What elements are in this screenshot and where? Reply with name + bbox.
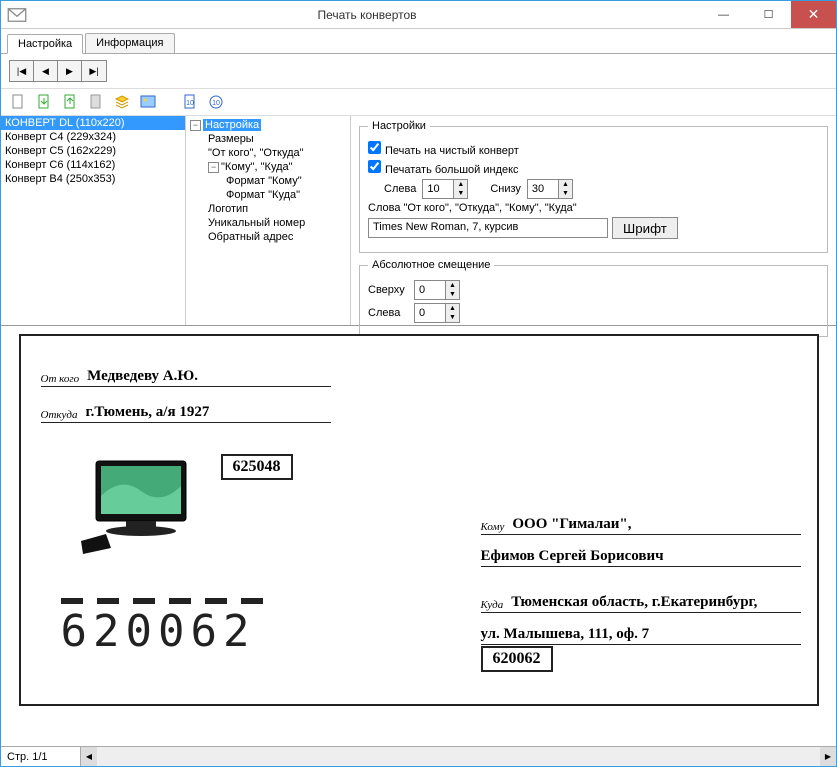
label-left: Слева xyxy=(384,183,416,195)
list-item[interactable]: КОНВЕРТ DL (110х220) xyxy=(1,116,185,130)
label-bottom: Снизу xyxy=(490,183,521,195)
font-display: Times New Roman, 7, курсив xyxy=(368,218,608,238)
doc-icon[interactable] xyxy=(87,93,105,111)
settings-legend: Настройки xyxy=(368,120,430,132)
statusbar: Стр. 1/1 ◀ ▶ xyxy=(1,746,836,766)
svg-text:10: 10 xyxy=(212,100,220,107)
index-dashes xyxy=(61,598,263,604)
label-top: Сверху xyxy=(368,284,408,296)
tab-info[interactable]: Информация xyxy=(85,33,174,53)
tab-settings[interactable]: Настройка xyxy=(7,34,83,54)
tree-format-where[interactable]: Формат "Куда" xyxy=(190,188,346,202)
nav-buttons: |◀ ◀ ▶ ▶| xyxy=(9,60,107,82)
tree-to[interactable]: −"Кому", "Куда" xyxy=(190,160,346,174)
label-left2: Слева xyxy=(368,307,408,319)
nav-row: |◀ ◀ ▶ ▶| xyxy=(1,54,836,89)
tree-unique[interactable]: Уникальный номер xyxy=(190,216,346,230)
spin-left2[interactable]: ▲▼ xyxy=(414,303,460,323)
tree-return[interactable]: Обратный адрес xyxy=(190,230,346,244)
nav-last-button[interactable]: ▶| xyxy=(82,61,106,81)
envelope-preview: От кого Медведеву А.Ю. Откуда г.Тюмень, … xyxy=(19,334,819,706)
new-doc-icon[interactable] xyxy=(9,93,27,111)
tree-logo[interactable]: Логотип xyxy=(190,202,346,216)
app-window: Печать конвертов — ☐ ✕ Настройка Информа… xyxy=(0,0,837,767)
offset-legend: Абсолютное смещение xyxy=(368,259,494,271)
export-icon[interactable] xyxy=(61,93,79,111)
close-button[interactable]: ✕ xyxy=(791,1,836,28)
label-words: Слова "От кого", "Откуда", "Кому", "Куда… xyxy=(368,202,577,214)
toaddr-label: Куда xyxy=(481,599,504,611)
fromaddr-label: Откуда xyxy=(41,409,78,421)
minimize-button[interactable]: — xyxy=(701,1,746,28)
list-item[interactable]: Конверт C6 (114x162) xyxy=(1,158,185,172)
scroll-right-icon[interactable]: ▶ xyxy=(820,747,836,766)
tree-from[interactable]: "От кого", "Откуда" xyxy=(190,146,346,160)
nav-first-button[interactable]: |◀ xyxy=(10,61,34,81)
from-index-box: 625048 xyxy=(221,454,293,480)
to-label: Кому xyxy=(481,521,505,533)
toaddr-line1: Тюменская область, г.Екатеринбург, xyxy=(511,594,757,611)
settings-tree: −Настройка Размеры "От кого", "Откуда" −… xyxy=(186,116,351,325)
app-icon xyxy=(7,5,27,25)
tree-sizes[interactable]: Размеры xyxy=(190,132,346,146)
to-index-box: 620062 xyxy=(481,646,553,672)
list-item[interactable]: Конверт C4 (229x324) xyxy=(1,130,185,144)
svg-text:10: 10 xyxy=(186,100,194,107)
scroll-left-icon[interactable]: ◀ xyxy=(81,747,97,766)
tree-format-to[interactable]: Формат "Кому" xyxy=(190,174,346,188)
spin-top[interactable]: ▲▼ xyxy=(414,280,460,300)
from-value: Медведеву А.Ю. xyxy=(87,368,198,385)
mid-pane: КОНВЕРТ DL (110х220) Конверт C4 (229x324… xyxy=(1,116,836,326)
toolbar: 10 10 xyxy=(1,89,836,116)
badge-number-icon[interactable]: 10 xyxy=(207,93,225,111)
nav-next-button[interactable]: ▶ xyxy=(58,61,82,81)
tree-root[interactable]: −Настройка xyxy=(190,118,346,132)
maximize-button[interactable]: ☐ xyxy=(746,1,791,28)
horizontal-scrollbar[interactable]: ◀ ▶ xyxy=(81,747,836,766)
layers-icon[interactable] xyxy=(113,93,131,111)
from-label: От кого xyxy=(41,373,80,385)
settings-fieldset: Настройки Печать на чистый конверт Печат… xyxy=(359,120,828,253)
logo-image xyxy=(71,456,201,566)
list-item[interactable]: Конверт C5 (162x229) xyxy=(1,144,185,158)
to-line2: Ефимов Сергей Борисович xyxy=(481,548,664,565)
picture-icon[interactable] xyxy=(139,93,157,111)
settings-pane: Настройки Печать на чистый конверт Печат… xyxy=(351,116,836,325)
spin-bottom[interactable]: ▲▼ xyxy=(527,179,573,199)
spin-left[interactable]: ▲▼ xyxy=(422,179,468,199)
list-item[interactable]: Конверт B4 (250x353) xyxy=(1,172,185,186)
envelope-list: КОНВЕРТ DL (110х220) Конверт C4 (229x324… xyxy=(1,116,186,325)
window-buttons: — ☐ ✕ xyxy=(701,1,836,28)
tabstrip: Настройка Информация xyxy=(1,29,836,54)
big-index: 620062 xyxy=(61,606,256,657)
fromaddr-value: г.Тюмень, а/я 1927 xyxy=(85,404,209,421)
titlebar: Печать конвертов — ☐ ✕ xyxy=(1,1,836,29)
doc-number-icon[interactable]: 10 xyxy=(181,93,199,111)
to-line1: ООО "Гималаи", xyxy=(512,516,631,533)
checkbox-clean-envelope[interactable]: Печать на чистый конверт xyxy=(368,141,519,157)
toaddr-line2: ул. Малышева, 111, оф. 7 xyxy=(481,626,650,643)
page-status: Стр. 1/1 xyxy=(1,747,81,766)
font-button[interactable]: Шрифт xyxy=(612,217,678,239)
checkbox-big-index[interactable]: Печатать большой индекс xyxy=(368,160,519,176)
nav-prev-button[interactable]: ◀ xyxy=(34,61,58,81)
import-icon[interactable] xyxy=(35,93,53,111)
window-title: Печать конвертов xyxy=(33,8,701,22)
preview-pane[interactable]: От кого Медведеву А.Ю. Откуда г.Тюмень, … xyxy=(1,326,836,746)
